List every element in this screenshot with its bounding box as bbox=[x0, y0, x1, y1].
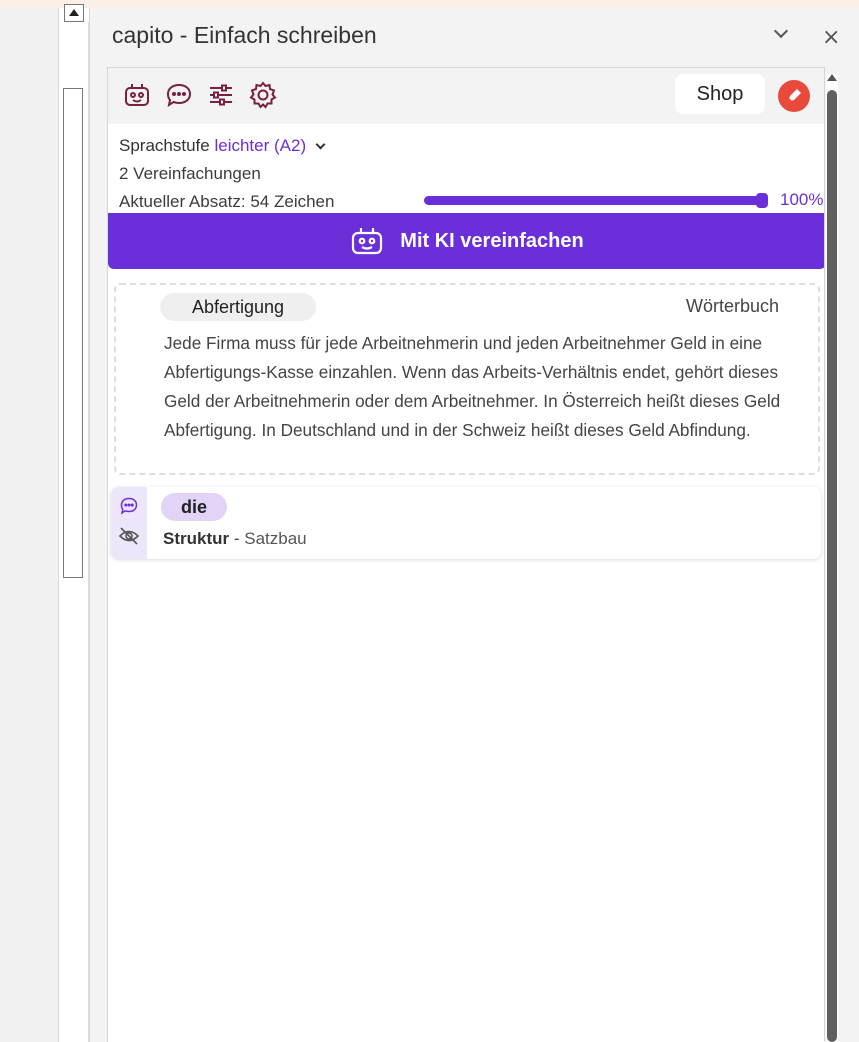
structure-suggestion-card[interactable]: die Struktur - Satzbau bbox=[111, 487, 821, 559]
gear-tool-button[interactable] bbox=[248, 80, 278, 110]
dictionary-explanation: Jede Firma muss für jede Arbeitnehmerin … bbox=[164, 333, 781, 440]
structure-category-line: Struktur - Satzbau bbox=[163, 529, 307, 549]
chat-icon bbox=[120, 497, 138, 515]
document-area bbox=[0, 8, 59, 1042]
robot-icon bbox=[125, 84, 149, 106]
paragraph-progress-bar bbox=[424, 193, 768, 208]
task-pane: capito - Einfach schreiben × Shop Sprach… bbox=[89, 8, 859, 1042]
chevron-down-icon bbox=[315, 139, 326, 150]
pane-close-button[interactable]: × bbox=[822, 25, 841, 50]
panel-scrollbar-thumb[interactable] bbox=[827, 90, 837, 1042]
panel-scroll-up-button[interactable] bbox=[827, 74, 837, 81]
simplify-with-ai-button[interactable]: Mit KI vereinfachen bbox=[108, 213, 824, 269]
window-top-strip bbox=[0, 0, 859, 8]
dictionary-term-chip[interactable]: Abfertigung bbox=[160, 293, 316, 321]
structure-separator: - bbox=[229, 529, 245, 548]
dictionary-card[interactable]: Abfertigung Wörterbuch Jede Firma muss f… bbox=[114, 283, 820, 475]
gear-icon bbox=[249, 81, 277, 109]
paragraph-length: Aktueller Absatz: 54 Zeichen bbox=[119, 192, 335, 211]
pen-logo-icon bbox=[788, 89, 801, 102]
toolbar: Shop bbox=[108, 68, 824, 124]
pane-title: capito - Einfach schreiben bbox=[112, 22, 377, 48]
language-level-label: Sprachstufe bbox=[119, 136, 210, 155]
language-level-value[interactable]: leichter (A2) bbox=[214, 136, 306, 155]
comment-button[interactable] bbox=[118, 495, 140, 517]
chevron-down-icon bbox=[773, 23, 789, 39]
capito-logo-icon[interactable] bbox=[778, 80, 810, 112]
shop-button[interactable]: Shop bbox=[675, 74, 765, 114]
structure-category: Struktur bbox=[163, 529, 230, 548]
close-icon: × bbox=[822, 25, 841, 50]
robot-tool-button[interactable] bbox=[122, 80, 152, 110]
chat-tool-button[interactable] bbox=[164, 80, 194, 110]
simplification-count: 2 Vereinfachungen bbox=[119, 164, 261, 183]
structure-subcategory: Satzbau bbox=[244, 529, 307, 548]
language-level-selector[interactable]: Sprachstufe leichter (A2) bbox=[119, 136, 326, 156]
capito-panel: Shop Sprachstufe leichter (A2) 2 Vereinf… bbox=[107, 67, 825, 1042]
settings-sliders-button[interactable] bbox=[206, 80, 236, 110]
document-scrollbar-thumb[interactable] bbox=[63, 88, 83, 578]
structure-term-chip[interactable]: die bbox=[161, 493, 227, 521]
progress-knob bbox=[756, 193, 768, 208]
dictionary-source-label: Wörterbuch bbox=[686, 296, 780, 316]
hide-suggestion-button[interactable] bbox=[118, 525, 140, 547]
robot-icon bbox=[352, 228, 383, 255]
progress-fill bbox=[424, 193, 768, 208]
simplify-with-ai-label: Mit KI vereinfachen bbox=[400, 229, 584, 252]
chat-icon bbox=[166, 83, 192, 108]
progress-percent: 100% bbox=[780, 190, 824, 209]
sliders-icon bbox=[210, 84, 232, 106]
pane-options-button[interactable] bbox=[773, 23, 789, 39]
document-scroll-up-button[interactable] bbox=[64, 4, 84, 22]
eye-off-icon bbox=[118, 527, 140, 545]
